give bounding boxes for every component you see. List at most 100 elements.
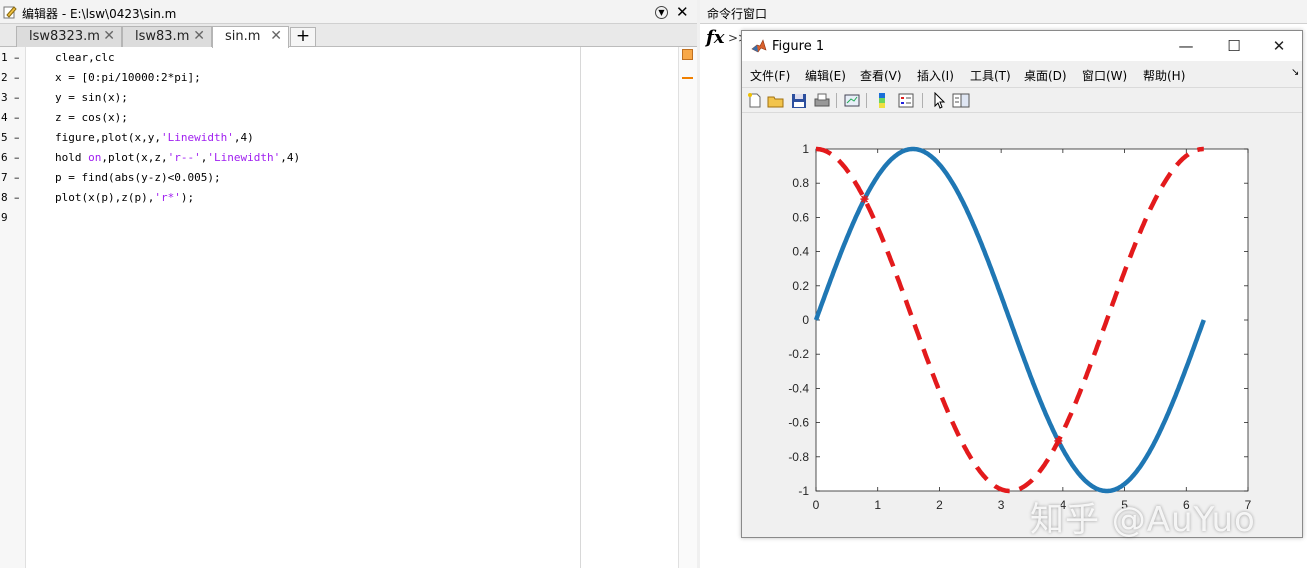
code-token: plot(x(p),z(p), xyxy=(55,191,155,204)
matlab-logo-icon xyxy=(751,39,767,53)
link-plot-icon[interactable] xyxy=(843,92,861,109)
menu-view[interactable]: 查看(V) xyxy=(860,67,902,84)
y-tick-label: 0.6 xyxy=(792,210,809,224)
add-tab-button[interactable]: + xyxy=(290,27,316,47)
watermark: 知乎 @AuYuo xyxy=(1030,500,1256,540)
code-token: y = sin(x); xyxy=(55,91,128,104)
menu-window[interactable]: 窗口(W) xyxy=(1082,67,1127,84)
code-string-token: 'r*' xyxy=(154,191,181,204)
maximize-icon[interactable]: ☐ xyxy=(1224,37,1244,55)
menu-tools[interactable]: 工具(T) xyxy=(970,67,1011,84)
new-figure-icon[interactable] xyxy=(746,92,764,109)
save-icon[interactable] xyxy=(790,92,808,109)
figure-menubar: 文件(F) 编辑(E) 查看(V) 插入(I) 工具(T) 桌面(D) 窗口(W… xyxy=(742,63,1302,85)
menu-help[interactable]: 帮助(H) xyxy=(1143,67,1185,84)
x-tick-label: 0 xyxy=(813,498,820,512)
code-string-token: 'Linewidth' xyxy=(207,151,281,164)
close-tab-icon[interactable]: ✕ xyxy=(193,28,205,44)
line-number: 5 xyxy=(1,131,8,144)
editor-options-icon[interactable]: ▼ xyxy=(655,6,668,19)
tab-lsw8323[interactable]: lsw8323.m ✕ xyxy=(16,26,122,47)
function-browser-icon[interactable]: fx xyxy=(706,27,724,48)
editor-panel: 编辑器 - E:\lsw\0423\sin.m ▼ ✕ lsw8323.m ✕ … xyxy=(0,0,697,568)
editor-close-icon[interactable]: ✕ xyxy=(676,3,689,21)
breakpoint-marker[interactable]: – xyxy=(14,91,20,104)
code-token: z = cos(x); xyxy=(55,111,128,124)
plot-area[interactable]: 0 1 2 3 4 5 6 7 1 0.8 0.6 0.4 0.2 0 -0.2 -0.4 -0.6 -0.8 -1 xyxy=(742,115,1302,537)
command-window-titlebar: 命令行窗口 xyxy=(700,0,1307,24)
code-analyzer-strip xyxy=(678,47,697,568)
code-line[interactable]: plot(x(p),z(p),'r*'); xyxy=(55,191,194,204)
code-token: ,plot(x,z, xyxy=(101,151,168,164)
y-tick-label: -1 xyxy=(798,484,809,498)
figure-window: Figure 1 — ☐ ✕ 文件(F) 编辑(E) 查看(V) 插入(I) 工… xyxy=(741,30,1303,538)
menu-insert[interactable]: 插入(I) xyxy=(917,67,954,84)
code-token: ,4) xyxy=(233,131,254,144)
breakpoint-marker[interactable]: – xyxy=(14,191,20,204)
colorbar-icon[interactable] xyxy=(873,92,891,109)
dock-arrow-icon[interactable]: ↘ xyxy=(1291,67,1299,78)
tab-lsw83[interactable]: lsw83.m ✕ xyxy=(122,26,212,47)
code-token: ,4) xyxy=(280,151,301,164)
analyzer-warning-mark[interactable] xyxy=(682,77,693,79)
menu-edit[interactable]: 编辑(E) xyxy=(805,67,846,84)
y-tick-label: 0.8 xyxy=(792,176,809,190)
axes-plot[interactable]: 0 1 2 3 4 5 6 710.80.60.40.20-0.2-0.4-0.6-0.8-1 xyxy=(742,115,1302,537)
code-token: p = find(abs(y-z)<0.005); xyxy=(55,171,221,184)
editor-tabbar: lsw8323.m ✕ lsw83.m ✕ sin.m ✕ + xyxy=(0,24,697,48)
toolbar-separator xyxy=(866,93,867,108)
breakpoint-marker[interactable]: – xyxy=(14,131,20,144)
code-string-token: on xyxy=(88,151,102,164)
legend-icon[interactable] xyxy=(897,92,915,109)
y-tick-label: -0.6 xyxy=(788,416,809,430)
code-token: x = [0:pi/10000:2*pi]; xyxy=(55,71,201,84)
y-tick-label: 0 xyxy=(802,313,809,327)
code-line[interactable]: p = find(abs(y-z)<0.005); xyxy=(55,171,221,184)
toolbar-separator xyxy=(922,93,923,108)
close-tab-icon[interactable]: ✕ xyxy=(270,28,282,44)
pointer-icon[interactable] xyxy=(930,92,948,109)
right-margin-line xyxy=(580,47,581,568)
menu-file[interactable]: 文件(F) xyxy=(750,67,790,84)
code-token: ); xyxy=(180,191,195,204)
menu-desktop[interactable]: 桌面(D) xyxy=(1024,67,1067,84)
x-tick-label: 3 xyxy=(998,498,1005,512)
code-string-token: 'Linewidth' xyxy=(160,131,234,144)
y-tick-label: -0.4 xyxy=(788,381,809,395)
code-line[interactable]: x = [0:pi/10000:2*pi]; xyxy=(55,71,201,84)
code-token: clear,clc xyxy=(55,51,115,64)
breakpoint-marker[interactable]: – xyxy=(14,71,20,84)
tab-label: lsw83.m xyxy=(135,29,190,44)
code-line[interactable]: figure,plot(x,y,'Linewidth',4) xyxy=(55,131,254,144)
analyzer-status-icon[interactable] xyxy=(682,49,693,60)
line-number-gutter: 1–2–3–4–5–6–7–8–9 xyxy=(0,47,26,568)
minimize-icon[interactable]: — xyxy=(1176,37,1196,55)
property-editor-icon[interactable] xyxy=(952,92,970,109)
code-line[interactable]: z = cos(x); xyxy=(55,111,128,124)
edit-icon xyxy=(3,6,17,19)
editor-title: 编辑器 - E:\lsw\0423\sin.m xyxy=(22,7,177,21)
breakpoint-marker[interactable]: – xyxy=(14,111,20,124)
print-icon[interactable] xyxy=(813,92,831,109)
tab-sin[interactable]: sin.m ✕ xyxy=(212,26,289,48)
code-string-token: 'r--' xyxy=(167,151,201,164)
line-number: 8 xyxy=(1,191,8,204)
code-line[interactable]: hold on,plot(x,z,'r--','Linewidth',4) xyxy=(55,151,300,164)
breakpoint-marker[interactable]: – xyxy=(14,151,20,164)
open-file-icon[interactable] xyxy=(767,92,785,109)
axes-box xyxy=(815,148,1249,492)
figure-titlebar: Figure 1 — ☐ ✕ xyxy=(742,31,1302,61)
y-tick-label: 0.4 xyxy=(792,245,809,259)
x-tick-label: 1 xyxy=(874,498,881,512)
figure-title: Figure 1 xyxy=(772,39,825,54)
tab-label: lsw8323.m xyxy=(29,29,100,44)
code-line[interactable]: y = sin(x); xyxy=(55,91,128,104)
breakpoint-marker[interactable]: – xyxy=(14,171,20,184)
close-icon[interactable]: ✕ xyxy=(1269,37,1289,55)
editor-titlebar: 编辑器 - E:\lsw\0423\sin.m ▼ ✕ xyxy=(0,0,697,24)
breakpoint-marker[interactable]: – xyxy=(14,51,20,64)
line-number: 7 xyxy=(1,171,8,184)
y-tick-label: 0.2 xyxy=(792,279,809,293)
close-tab-icon[interactable]: ✕ xyxy=(103,28,115,44)
code-line[interactable]: clear,clc xyxy=(55,51,115,64)
